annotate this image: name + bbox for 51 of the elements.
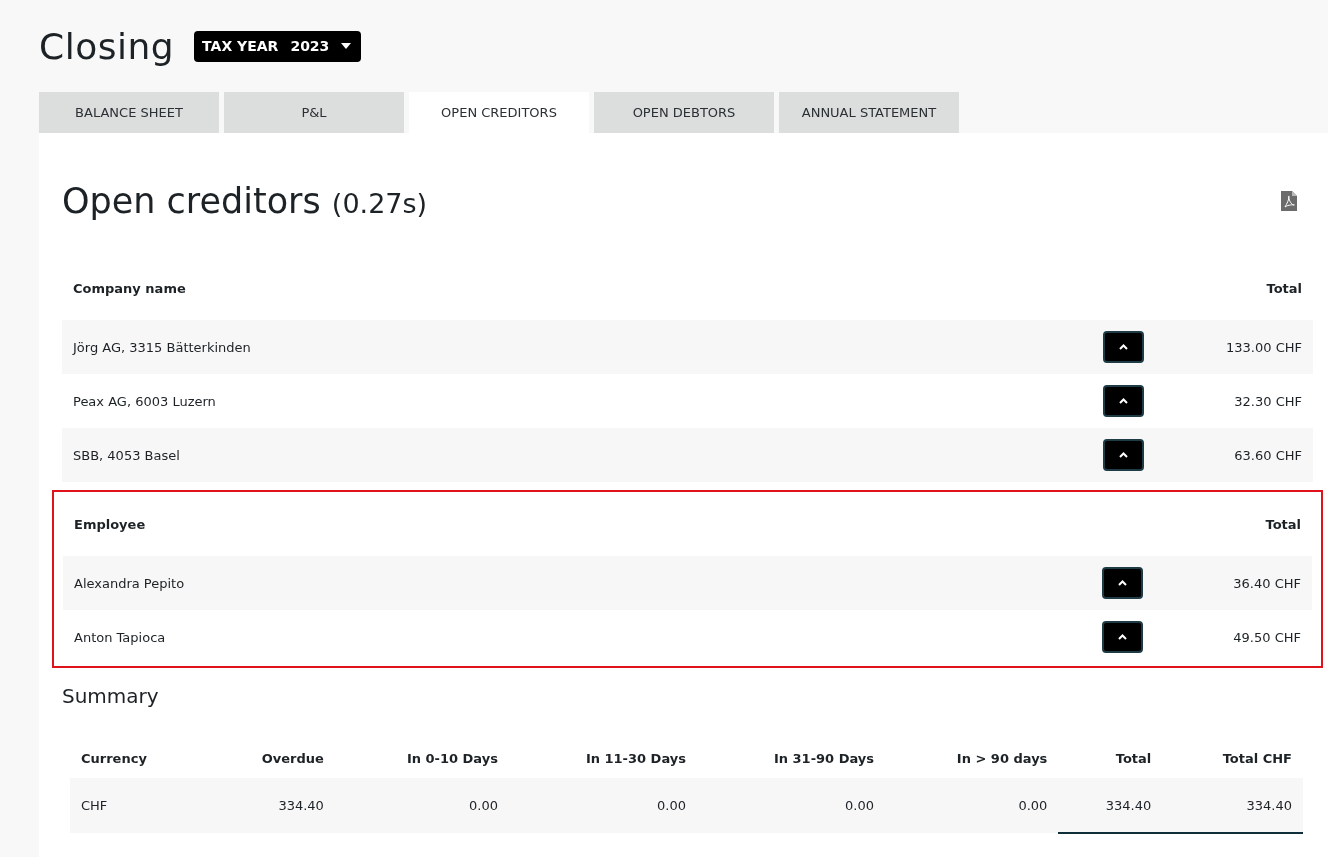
column-header: In 0-10 Days (334, 738, 509, 778)
column-header: Total CHF (1162, 738, 1303, 778)
column-header: In > 90 days (885, 738, 1059, 778)
table-cell: CHF (70, 778, 206, 833)
column-header: Overdue (205, 738, 335, 778)
expand-button[interactable] (1103, 439, 1144, 471)
table-cell: 334.40 (1058, 778, 1163, 833)
table-cell: 334.40 (205, 778, 335, 833)
column-header: Currency (70, 738, 206, 778)
column-header: In 31-90 Days (697, 738, 886, 778)
expand-button[interactable] (1103, 385, 1144, 417)
table-cell-text: Peax AG, 6003 Luzern (73, 393, 217, 409)
section-title: Summary (62, 684, 160, 708)
table-cell-text: Alexandra Pepito (74, 575, 186, 591)
table-cell: 334.40 (1162, 778, 1303, 833)
table-cell: 0.00 (508, 778, 697, 833)
expand-button[interactable] (1102, 621, 1143, 653)
chevron-up-icon (1119, 344, 1128, 350)
chevron-up-icon (1118, 580, 1127, 586)
column-header: Employee (74, 516, 146, 532)
tax-year-dropdown[interactable]: TAX YEAR 2023 (194, 30, 362, 62)
chevron-up-icon (1119, 398, 1128, 404)
table-cell: 0.00 (697, 778, 886, 833)
tab[interactable]: ANNUAL STATEMENT (779, 92, 959, 133)
table-cell-text: 36.40 CHF (1232, 575, 1301, 591)
tab[interactable]: P&L (224, 92, 404, 133)
table-cell: 0.00 (885, 778, 1059, 833)
column-header: Company name (73, 280, 186, 296)
table-cell-text: 32.30 CHF (1233, 393, 1302, 409)
chevron-up-icon (1119, 452, 1128, 458)
table-cell-text: Jörg AG, 3315 Bätterkinden (73, 339, 252, 355)
caret-icon (341, 43, 352, 49)
column-header: In 11-30 Days (508, 738, 697, 778)
tab[interactable]: OPEN DEBTORS (594, 92, 774, 133)
table-cell-text: 133.00 CHF (1225, 339, 1302, 355)
table-cell-text: Anton Tapioca (74, 629, 167, 645)
page-title: Closing (39, 25, 175, 67)
column-header: Total (1265, 516, 1301, 532)
table-cell-text: 49.50 CHF (1232, 629, 1301, 645)
tab[interactable]: BALANCE SHEET (39, 92, 219, 133)
table-cell-text: SBB, 4053 Basel (73, 447, 181, 463)
table-cell: 0.00 (334, 778, 509, 833)
expand-button[interactable] (1103, 331, 1144, 363)
tab[interactable]: OPEN CREDITORS (409, 92, 589, 133)
table-cell-text: 63.60 CHF (1233, 447, 1302, 463)
chevron-up-icon (1118, 634, 1127, 640)
column-header: Total (1058, 738, 1163, 778)
expand-button[interactable] (1102, 567, 1143, 599)
report-title: Open creditors (0.27s) (62, 181, 428, 221)
column-header: Total (1266, 280, 1302, 296)
pdf-icon[interactable] (1281, 191, 1297, 211)
